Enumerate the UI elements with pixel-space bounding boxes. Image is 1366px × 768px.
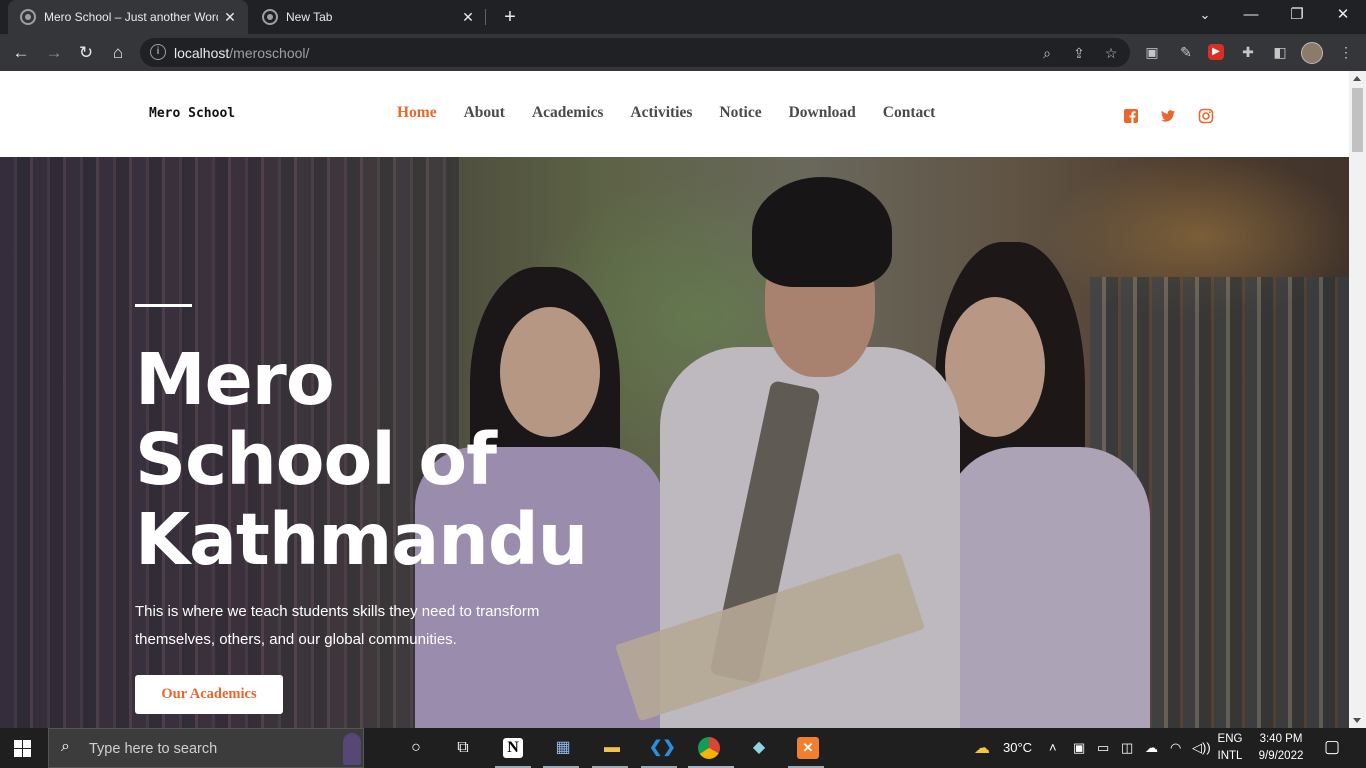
home-icon[interactable]: ⌂ xyxy=(105,40,131,66)
task-view-icon[interactable]: ⧉ xyxy=(451,736,475,760)
instagram-icon[interactable] xyxy=(1198,108,1214,124)
new-tab-button[interactable]: + xyxy=(498,5,522,29)
weather-temp[interactable]: 30°C xyxy=(1003,740,1032,755)
chrome-taskbar-icon[interactable] xyxy=(698,737,720,759)
volume-icon[interactable]: ◁)) xyxy=(1192,740,1211,756)
chrome-menu-icon[interactable]: ⋮ xyxy=(1336,42,1356,62)
tab-close-icon[interactable]: ✕ xyxy=(456,9,480,26)
nav-about[interactable]: About xyxy=(464,104,505,122)
restore-button[interactable]: ❐ xyxy=(1274,0,1320,34)
calculator-icon[interactable]: ▦ xyxy=(551,736,575,760)
vscode-icon[interactable]: ❮❯ xyxy=(649,736,676,760)
back-icon[interactable]: ← xyxy=(8,40,34,66)
site-header: Mero School Home About Academics Activit… xyxy=(0,71,1349,157)
scroll-down-icon[interactable] xyxy=(1353,718,1361,723)
zoom-icon[interactable]: ⌕ xyxy=(1037,43,1057,63)
file-explorer-icon[interactable]: ▬ xyxy=(600,736,624,760)
search-icon: ⌕ xyxy=(61,738,70,755)
hero-subtitle: This is where we teach students skills t… xyxy=(135,603,540,648)
hero-title-line: Kathmandu xyxy=(135,498,588,581)
hero-title-line: School of xyxy=(135,418,497,501)
nav-academics[interactable]: Academics xyxy=(532,104,603,122)
wifi-icon[interactable]: ◠ xyxy=(1170,740,1181,756)
xampp-icon[interactable]: ✕ xyxy=(797,737,819,759)
nav-contact[interactable]: Contact xyxy=(883,104,936,122)
extension-pen-icon[interactable]: ✎ xyxy=(1176,42,1196,62)
tab-title: New Tab xyxy=(286,10,333,24)
tab-mero-school[interactable]: Mero School – Just another WordPress sit… xyxy=(8,0,248,34)
app-icon[interactable]: ◆ xyxy=(747,736,771,760)
twitter-icon[interactable] xyxy=(1160,108,1176,124)
tab-title: Mero School – Just another WordPress sit… xyxy=(44,10,218,24)
tab-close-icon[interactable]: ✕ xyxy=(218,9,242,26)
hero-title: Mero School of Kathmandu xyxy=(135,340,655,580)
facebook-icon[interactable] xyxy=(1123,108,1139,124)
profile-avatar[interactable] xyxy=(1301,42,1323,64)
extension-video-icon[interactable]: ▶ xyxy=(1208,44,1224,60)
bookmark-star-icon[interactable]: ☆ xyxy=(1101,43,1121,63)
reload-icon[interactable]: ↻ xyxy=(73,40,99,66)
keyboard-layout: INTL xyxy=(1217,750,1243,762)
language-indicator[interactable]: ENG INTL xyxy=(1214,731,1246,765)
extension-icon[interactable]: ▣ xyxy=(1142,42,1162,62)
scrollbar-thumb[interactable] xyxy=(1352,88,1363,152)
extensions-puzzle-icon[interactable]: ✚ xyxy=(1238,42,1258,62)
browser-tab-strip: Mero School – Just another WordPress sit… xyxy=(0,0,1366,34)
clock-time: 3:40 PM xyxy=(1259,733,1303,745)
hero-title-line: Mero xyxy=(135,338,335,421)
web-page: Mero School Home About Academics Activit… xyxy=(0,71,1349,728)
site-logo[interactable]: Mero School xyxy=(149,106,235,121)
main-nav: Home About Academics Activities Notice D… xyxy=(397,104,962,122)
globe-icon xyxy=(20,9,36,25)
search-placeholder: Type here to search xyxy=(89,741,218,757)
close-window-button[interactable]: ✕ xyxy=(1320,0,1366,34)
nav-activities[interactable]: Activities xyxy=(630,104,692,122)
awareness-ribbon-icon xyxy=(343,733,361,765)
cortana-icon[interactable]: ○ xyxy=(404,736,428,760)
nav-download[interactable]: Download xyxy=(789,104,856,122)
windows-taskbar: ⌕ Type here to search ○ ⧉ N ▦ ▬ ❮❯ ◆ ✕ ☁… xyxy=(0,728,1366,768)
page-scrollbar[interactable] xyxy=(1349,71,1366,728)
taskbar-clock[interactable]: 3:40 PM 9/9/2022 xyxy=(1253,731,1309,765)
browser-toolbar: ← → ↻ ⌂ i localhost/meroschool/ ⌕ ⇪ ☆ ▣ … xyxy=(0,34,1366,71)
language-code: ENG xyxy=(1217,733,1243,745)
taskbar-search-box[interactable]: ⌕ Type here to search xyxy=(48,728,364,768)
nav-notice[interactable]: Notice xyxy=(719,104,761,122)
clock-date: 9/9/2022 xyxy=(1258,750,1304,762)
tab-search-icon[interactable]: ⌄ xyxy=(1182,0,1228,34)
minimize-button[interactable]: — xyxy=(1228,0,1274,34)
battery-icon[interactable]: ▭ xyxy=(1097,740,1109,756)
share-icon[interactable]: ⇪ xyxy=(1069,43,1089,63)
weather-icon[interactable]: ☁ xyxy=(974,738,990,758)
onedrive-icon[interactable]: ☁ xyxy=(1145,740,1158,756)
nav-home[interactable]: Home xyxy=(397,104,437,122)
tray-app-icon[interactable]: ▣ xyxy=(1073,740,1085,756)
our-academics-button[interactable]: Our Academics xyxy=(135,675,283,714)
address-bar[interactable]: i localhost/meroschool/ ⌕ ⇪ ☆ xyxy=(140,38,1130,67)
chrome-icon xyxy=(262,9,278,25)
tab-new-tab[interactable]: New Tab ✕ xyxy=(250,0,486,34)
site-info-icon[interactable]: i xyxy=(150,44,166,60)
hero-divider xyxy=(135,304,192,307)
side-panel-icon[interactable]: ◧ xyxy=(1270,42,1290,62)
tray-device-icon[interactable]: ◫ xyxy=(1121,740,1133,756)
hero-section: Mero School of Kathmandu This is where w… xyxy=(0,157,1349,728)
url-text[interactable]: localhost/meroschool/ xyxy=(174,45,309,61)
notifications-icon[interactable]: ▢ xyxy=(1324,737,1340,757)
windows-start-icon[interactable] xyxy=(14,740,31,757)
forward-icon[interactable]: → xyxy=(41,40,67,66)
notion-icon[interactable]: N xyxy=(503,738,523,758)
tray-chevron-icon[interactable]: ˄ xyxy=(1049,740,1057,755)
scroll-up-icon[interactable] xyxy=(1353,76,1361,81)
